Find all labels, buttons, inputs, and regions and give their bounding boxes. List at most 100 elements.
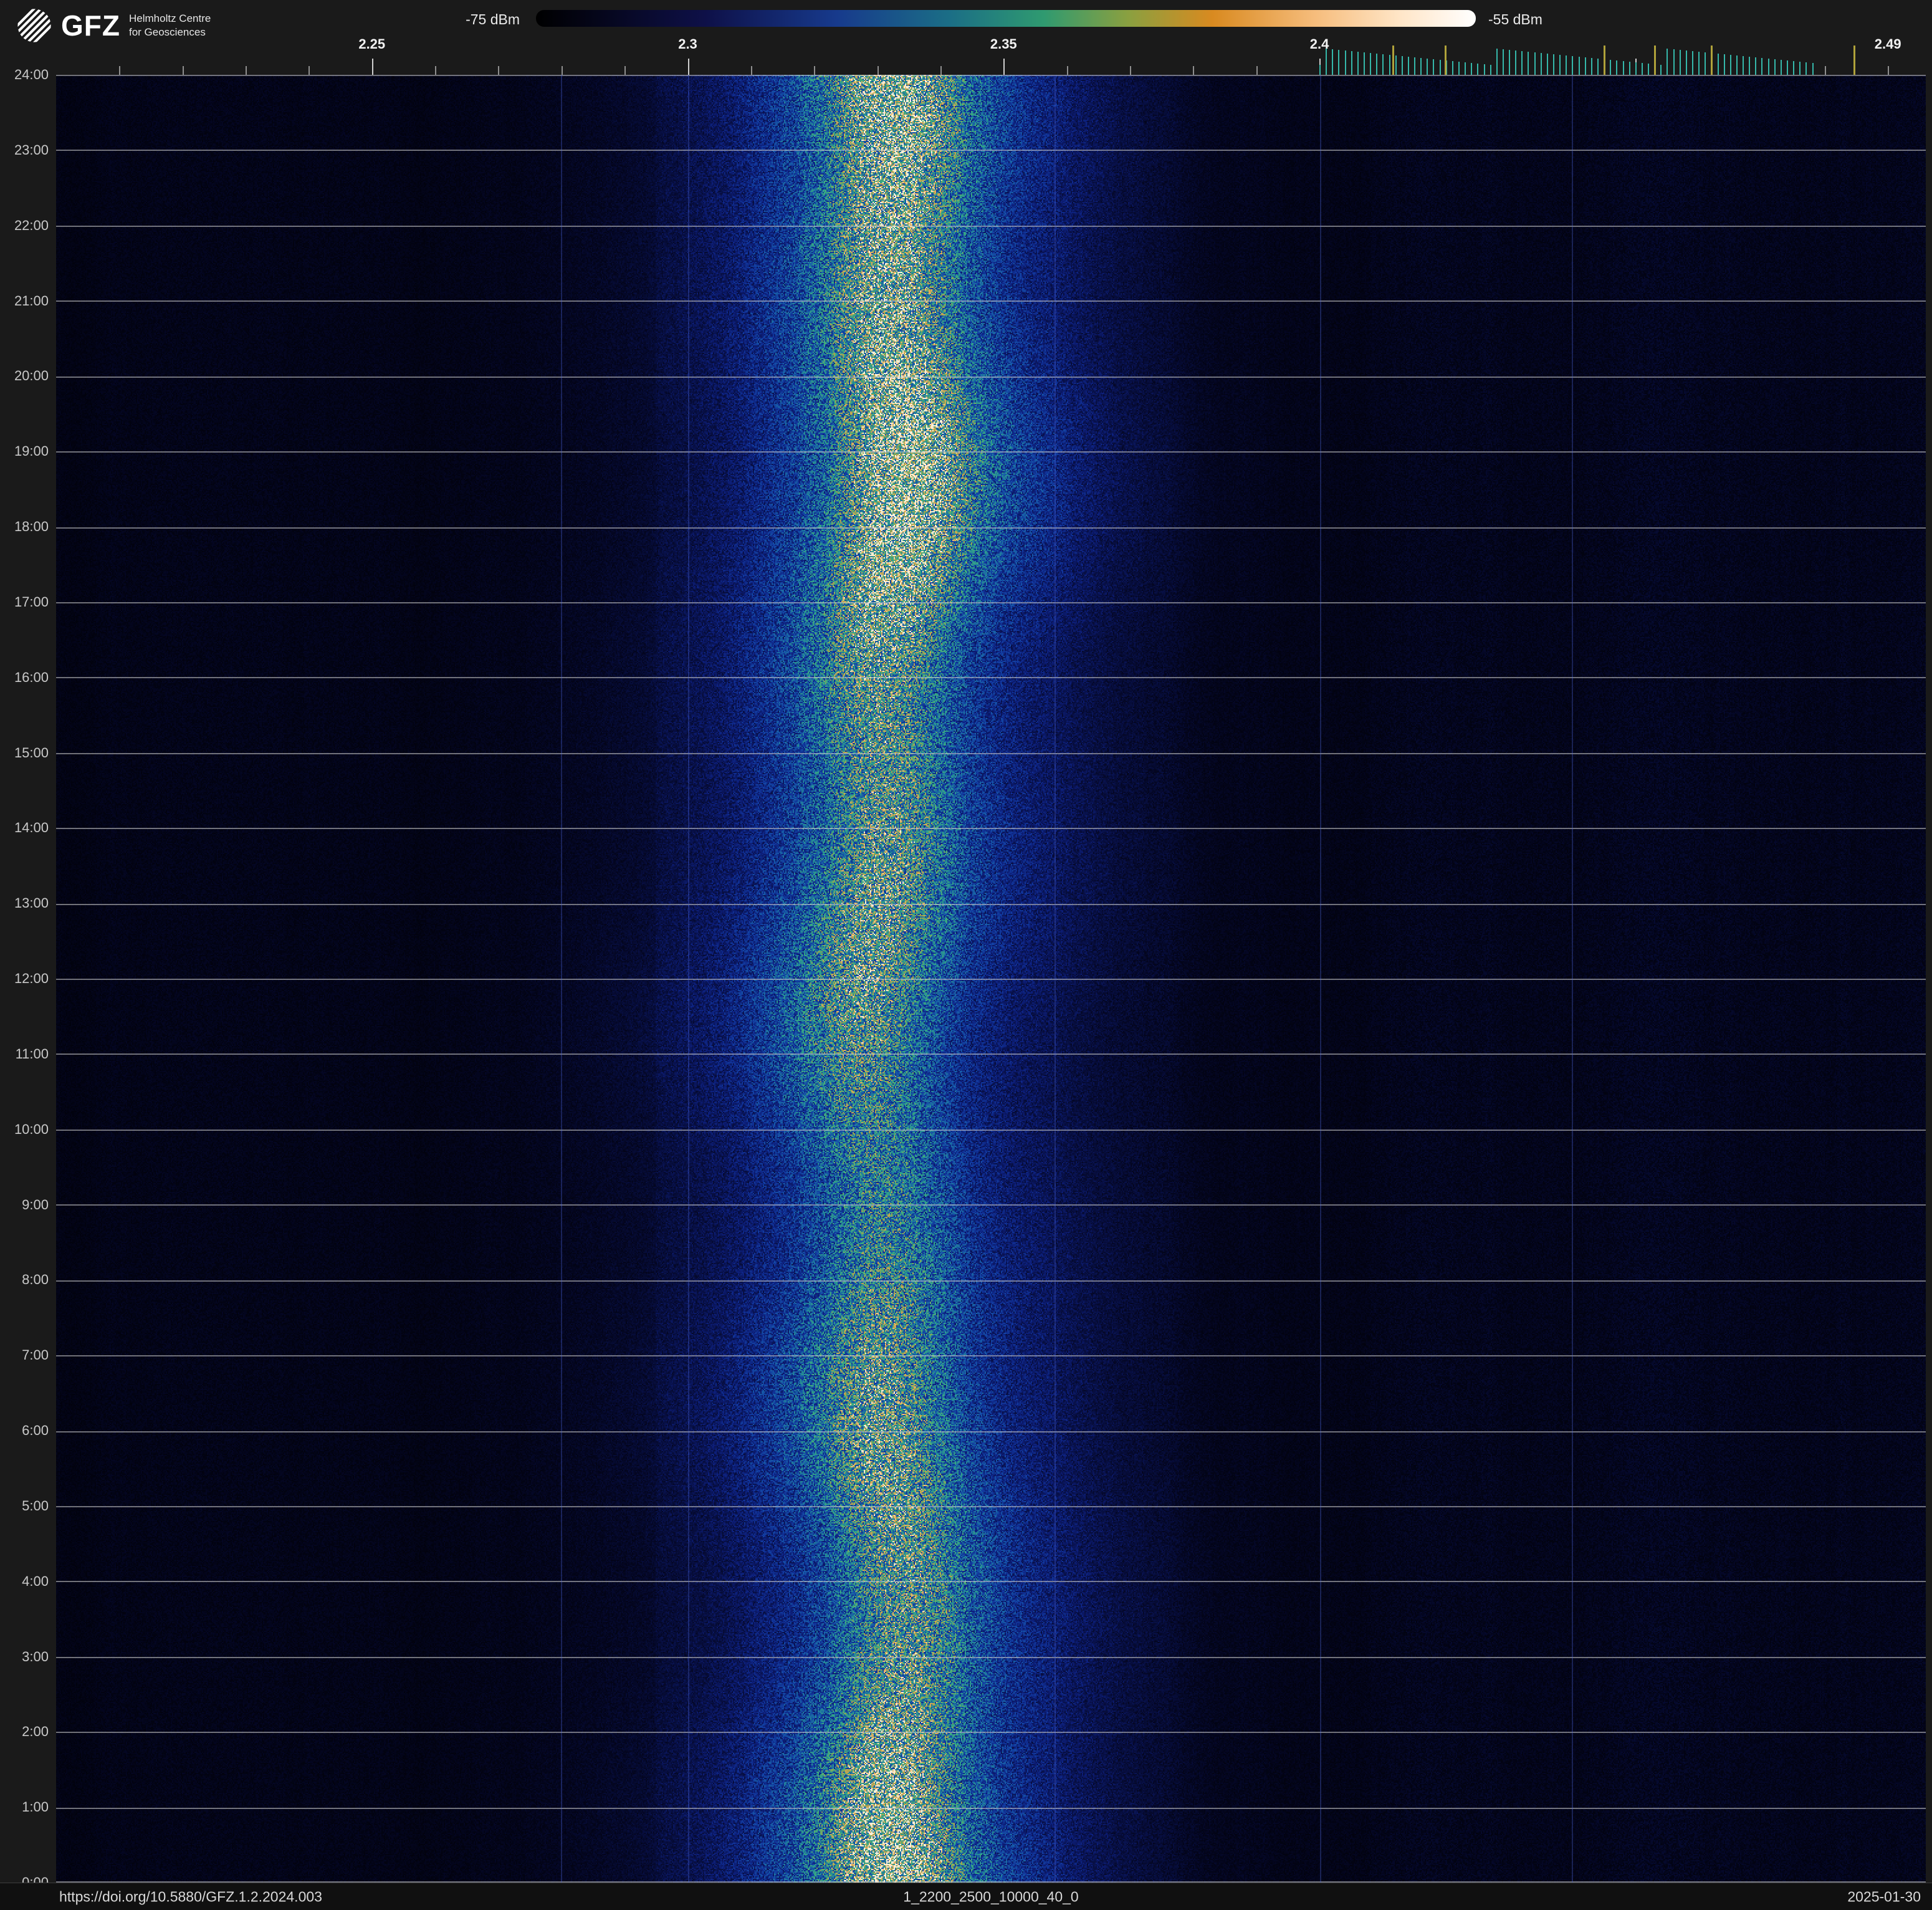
freq-tick	[1610, 60, 1612, 75]
freq-tick	[1780, 60, 1782, 75]
time-label: 14:00	[14, 820, 49, 836]
time-label: 11:00	[15, 1045, 49, 1062]
time-label: 21:00	[14, 292, 49, 309]
freq-tick	[1799, 62, 1801, 75]
freq-tick	[1483, 64, 1485, 75]
freq-tick	[1414, 57, 1416, 75]
date-text: 2025-01-30	[1847, 1888, 1921, 1904]
freq-tick	[1648, 64, 1650, 75]
doi-text: https://doi.org/10.5880/GFZ.1.2.2024.003	[59, 1888, 322, 1904]
freq-tick	[1471, 63, 1473, 75]
freq-tick	[1477, 64, 1479, 75]
freq-tick	[1496, 49, 1498, 75]
freq-tick	[1793, 61, 1795, 75]
freq-tick	[1465, 62, 1466, 75]
freq-tick	[814, 66, 816, 75]
freq-tick	[1566, 55, 1567, 75]
time-axis: 24:00 23:00 22:00 21:00 20:00 19:00 18:00 17:00…	[0, 67, 54, 1890]
freq-tick	[1066, 66, 1068, 75]
freq-tick	[1604, 46, 1606, 75]
time-label: 4:00	[22, 1573, 49, 1589]
freq-tick	[1578, 57, 1580, 75]
colorbar-min-label: -75 dBm	[466, 11, 520, 27]
time-label: 8:00	[22, 1272, 49, 1288]
freq-tick	[1444, 46, 1447, 75]
freq-tick	[1787, 60, 1789, 75]
freq-tick	[750, 66, 752, 75]
freq-tick	[1370, 53, 1372, 75]
freq-tick	[1767, 59, 1769, 75]
freq-tick	[1129, 66, 1131, 75]
freq-tick	[1407, 57, 1409, 75]
freq-tick	[1521, 51, 1523, 75]
logo-subtitle: Helmholtz Centre for Geosciences	[129, 12, 211, 39]
time-label: 16:00	[14, 669, 49, 685]
freq-tick	[1723, 54, 1725, 75]
freq-tick	[1597, 59, 1599, 75]
freq-tick	[1824, 66, 1826, 75]
freq-tick	[1660, 65, 1662, 75]
dataset-id-text: 1_2200_2500_10000_40_0	[903, 1888, 1079, 1904]
freq-tick	[1616, 60, 1618, 75]
freq-tick	[1774, 59, 1776, 75]
spectrogram-canvas	[56, 75, 1926, 1883]
freq-tick	[1326, 49, 1327, 75]
freq-tick	[1584, 57, 1586, 75]
freq-tick	[1729, 55, 1731, 75]
time-label: 9:00	[22, 1196, 49, 1212]
logo-text: GFZ	[61, 9, 120, 42]
time-label: 22:00	[14, 217, 49, 233]
freq-tick	[1654, 46, 1657, 75]
freq-tick	[1698, 52, 1700, 75]
time-label: 18:00	[14, 519, 49, 534]
freq-tick	[1546, 54, 1548, 75]
freq-tick	[1439, 60, 1441, 75]
freq-tick	[1705, 52, 1706, 75]
colorbar-max-label: -55 dBm	[1488, 11, 1542, 27]
frequency-axis: 2.25 2.3 2.35 2.4 2.49	[56, 36, 1926, 75]
freq-tick	[1673, 49, 1675, 75]
freq-tick	[1679, 50, 1681, 75]
freq-tick	[1193, 66, 1195, 75]
freq-tick	[1641, 63, 1643, 75]
freq-tick	[1363, 52, 1365, 75]
freq-tick	[1509, 50, 1511, 75]
freq-tick	[1357, 52, 1359, 75]
time-label: 20:00	[14, 368, 49, 384]
time-label: 24:00	[14, 67, 49, 82]
freq-tick	[1451, 61, 1453, 75]
freq-tick	[1761, 58, 1763, 75]
freq-tick	[1711, 46, 1713, 75]
freq-tick	[119, 66, 121, 75]
freq-label: 2.25	[358, 36, 386, 52]
freq-tick	[1743, 56, 1744, 75]
freq-tick	[1332, 49, 1334, 75]
freq-tick	[1736, 55, 1738, 75]
time-label: 19:00	[14, 443, 49, 459]
time-label: 13:00	[14, 895, 49, 911]
freq-tick	[371, 59, 373, 75]
freq-label: 2.3	[678, 36, 697, 52]
freq-tick	[1389, 55, 1390, 75]
time-label: 15:00	[14, 744, 49, 761]
freq-tick	[1755, 57, 1757, 75]
logo-subtitle-line1: Helmholtz Centre	[128, 12, 211, 24]
time-label: 17:00	[14, 593, 49, 610]
freq-tick	[1515, 50, 1517, 75]
freq-tick	[1395, 55, 1397, 75]
freq-tick	[1528, 52, 1529, 75]
time-label: 6:00	[22, 1423, 49, 1438]
freq-tick	[1003, 59, 1005, 75]
freq-tick	[1427, 59, 1428, 75]
time-label: 5:00	[22, 1497, 49, 1514]
time-label: 23:00	[14, 142, 49, 158]
gfz-logo-icon	[16, 7, 52, 44]
freq-tick	[1256, 66, 1258, 75]
freq-tick	[1572, 56, 1574, 75]
freq-tick	[1685, 50, 1687, 75]
freq-tick	[561, 66, 563, 75]
freq-tick	[1692, 51, 1693, 75]
freq-tick	[687, 59, 689, 75]
freq-tick	[1490, 65, 1491, 75]
freq-tick	[940, 66, 942, 75]
